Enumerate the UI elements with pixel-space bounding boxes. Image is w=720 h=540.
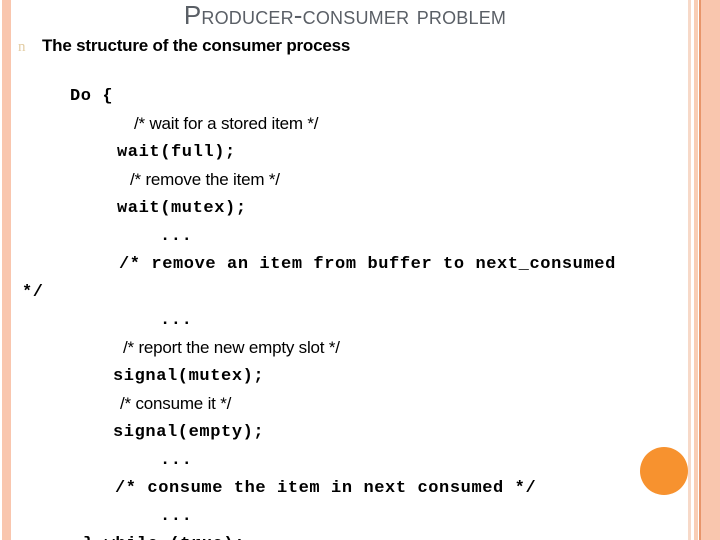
- code-listing: Do { /* wait for a stored item */ wait(ful…: [0, 82, 720, 540]
- code-line-text: /* remove the item */: [130, 170, 280, 189]
- code-line: /* consume it */: [0, 390, 720, 418]
- code-line-text: ...: [160, 311, 193, 330]
- code-line: signal(mutex);: [0, 362, 720, 390]
- code-line: wait(full);: [0, 138, 720, 166]
- code-line-text: ...: [160, 507, 193, 526]
- code-line-text: } while (true);: [83, 535, 245, 540]
- code-line: /* remove an item from buffer to next_co…: [0, 250, 720, 278]
- code-line: /* wait for a stored item */: [0, 110, 720, 138]
- code-line: ...: [0, 306, 720, 334]
- code-line-text: wait(full);: [117, 143, 236, 162]
- code-line-text: wait(mutex);: [117, 199, 247, 218]
- code-line: /* remove the item */: [0, 166, 720, 194]
- code-line-text: /* report the new empty slot */: [123, 338, 340, 357]
- code-line: /* consume the item in next consumed */: [0, 474, 720, 502]
- code-line-text: /* remove an item from buffer to next_co…: [119, 255, 616, 274]
- bullet-text: The structure of the consumer process: [42, 36, 351, 55]
- slide-canvas: Producer-consumer problem n The structur…: [0, 0, 720, 540]
- code-line: ...: [0, 502, 720, 530]
- code-line: Do {: [0, 82, 720, 110]
- bullet-row: n The structure of the consumer process: [18, 36, 658, 56]
- code-line: wait(mutex);: [0, 194, 720, 222]
- code-line-text: ...: [160, 451, 193, 470]
- bullet-marker-icon: n: [18, 39, 26, 55]
- code-line: ...: [0, 222, 720, 250]
- code-line-text: /* consume it */: [120, 394, 232, 413]
- code-line: /* report the new empty slot */: [0, 334, 720, 362]
- code-line: */: [0, 278, 720, 306]
- code-line: } while (true);: [0, 530, 720, 540]
- code-line-text: ...: [160, 227, 193, 246]
- code-line-text: Do {: [70, 87, 114, 106]
- code-line: signal(empty);: [0, 418, 720, 446]
- slide-title: Producer-consumer problem: [183, 0, 507, 30]
- code-line-text: /* consume the item in next consumed */: [115, 479, 537, 498]
- code-line-text: /* wait for a stored item */: [134, 114, 319, 133]
- code-line: ...: [0, 446, 720, 474]
- code-line-text: signal(empty);: [113, 423, 265, 442]
- code-line-text: */: [22, 283, 44, 302]
- code-line-text: signal(mutex);: [113, 367, 265, 386]
